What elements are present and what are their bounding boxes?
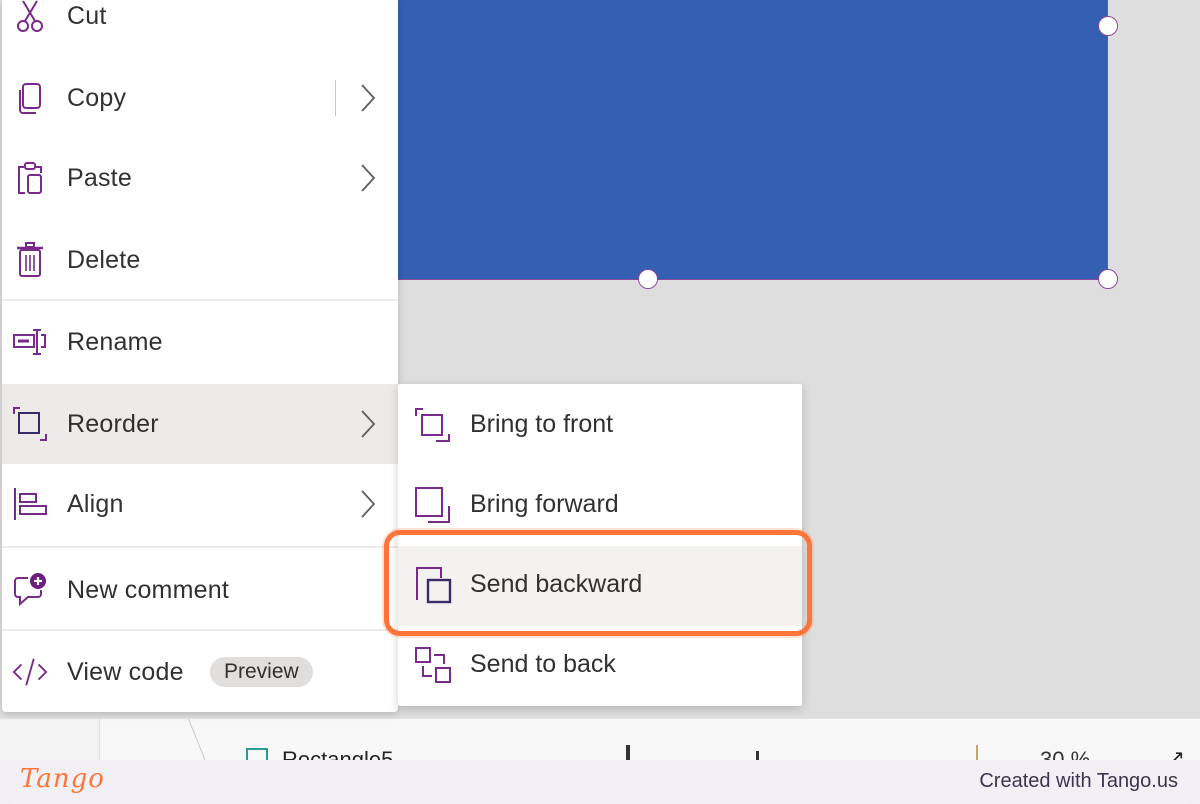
- submenu-item-bring-to-front[interactable]: Bring to front: [398, 386, 802, 466]
- menu-item-label: Delete: [67, 245, 141, 274]
- paste-icon: [12, 160, 48, 196]
- send-to-back-icon: [415, 647, 451, 683]
- tango-logo: Tango: [20, 764, 105, 794]
- chevron-right-icon: [361, 490, 376, 518]
- comment-add-icon: [12, 572, 48, 608]
- align-icon: [12, 486, 48, 522]
- menu-item-align[interactable]: Align: [2, 464, 398, 544]
- scissors-icon: [12, 0, 48, 34]
- menu-item-label: Reorder: [67, 409, 159, 438]
- submenu-item-label: Bring forward: [470, 490, 619, 518]
- menu-divider: [2, 629, 398, 631]
- rename-icon: [12, 324, 48, 360]
- menu-item-view-code[interactable]: View code Preview: [2, 632, 398, 712]
- copy-icon: [12, 80, 48, 116]
- submenu-item-bring-forward[interactable]: Bring forward: [398, 466, 802, 546]
- resize-handle-bottom-center[interactable]: [638, 269, 658, 289]
- context-menu: Cut Copy Paste Delete Rename Reorder Ali…: [2, 0, 398, 712]
- code-icon: [12, 654, 48, 690]
- menu-item-new-comment[interactable]: New comment: [2, 550, 398, 630]
- selected-rectangle-shape[interactable]: [396, 0, 1108, 280]
- submenu-item-send-to-back[interactable]: Send to back: [398, 626, 802, 706]
- bring-forward-icon: [415, 487, 450, 523]
- submenu-item-send-backward[interactable]: Send backward: [398, 546, 802, 626]
- tango-credit-text: Created with Tango.us: [979, 770, 1178, 792]
- menu-item-delete[interactable]: Delete: [2, 220, 398, 300]
- menu-item-label: Cut: [67, 1, 107, 30]
- app-window: Rectangle5 30 % ↗ Cut: [0, 0, 1200, 804]
- menu-item-paste[interactable]: Paste: [2, 138, 398, 218]
- resize-handle-bottom-right[interactable]: [1098, 269, 1118, 289]
- trash-icon: [12, 242, 48, 278]
- tango-footer: Tango Created with Tango.us: [0, 760, 1200, 804]
- chevron-right-icon[interactable]: [360, 83, 376, 113]
- submenu-item-label: Send to back: [470, 650, 616, 678]
- send-backward-icon: [416, 567, 452, 604]
- reorder-icon: [12, 406, 48, 442]
- menu-item-rename[interactable]: Rename: [2, 302, 398, 382]
- menu-item-label: View code: [67, 657, 184, 686]
- bring-to-front-icon: [415, 408, 450, 442]
- menu-divider: [2, 299, 398, 301]
- menu-item-label: New comment: [67, 575, 229, 604]
- reorder-submenu: Bring to front Bring forward Send backwa…: [398, 384, 802, 706]
- preview-badge: Preview: [210, 657, 313, 687]
- menu-item-cut[interactable]: Cut: [2, 0, 398, 56]
- menu-item-label: Align: [67, 489, 124, 518]
- menu-divider: [2, 546, 398, 548]
- resize-handle-top-right[interactable]: [1098, 16, 1118, 36]
- chevron-right-icon: [361, 410, 376, 438]
- menu-item-label: Paste: [67, 163, 132, 192]
- menu-item-label: Rename: [67, 327, 163, 356]
- menu-item-reorder[interactable]: Reorder: [2, 384, 398, 464]
- submenu-item-label: Bring to front: [470, 410, 614, 438]
- menu-item-label: Copy: [67, 83, 127, 112]
- menu-item-copy[interactable]: Copy: [2, 58, 398, 138]
- chevron-right-icon: [361, 164, 376, 192]
- split-divider: [335, 80, 336, 116]
- submenu-item-label: Send backward: [470, 570, 643, 598]
